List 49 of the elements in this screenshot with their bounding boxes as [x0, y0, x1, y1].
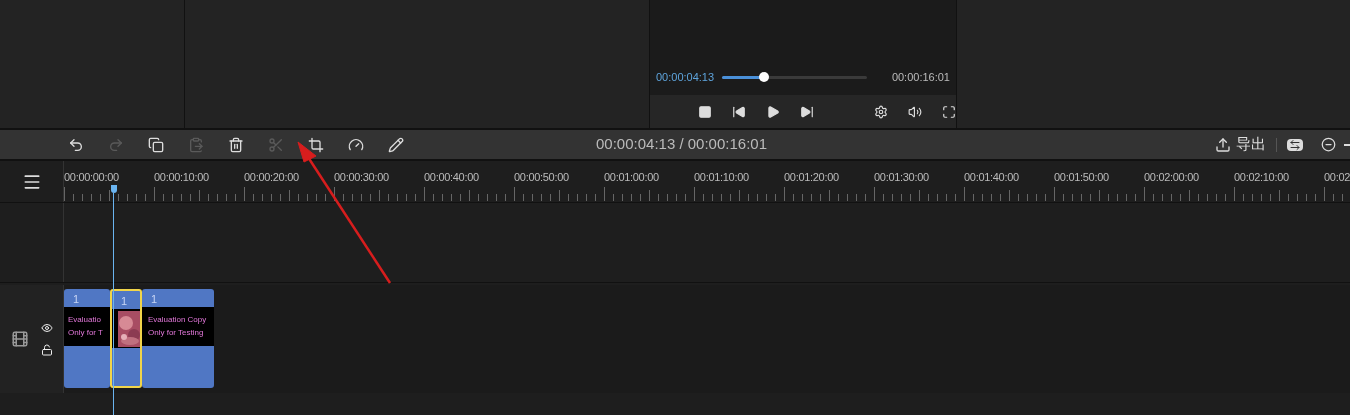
clip-number: 1 — [150, 292, 159, 307]
ruler-label: 00:01:30:00 — [874, 170, 930, 185]
film-icon — [10, 330, 29, 348]
clip-number: 1 — [120, 294, 129, 309]
pencil-icon[interactable] — [388, 136, 404, 153]
ruler-label: 00:00:10:00 — [154, 170, 210, 185]
clip-number: 1 — [72, 292, 81, 307]
unlock-icon[interactable] — [40, 344, 53, 356]
clip-watermark-text: Only for T — [68, 329, 104, 337]
settings-icon[interactable] — [874, 104, 888, 119]
playhead[interactable] — [111, 185, 116, 415]
ruler-label: 00:00:40:00 — [424, 170, 480, 185]
gauge-icon[interactable] — [348, 136, 364, 153]
current-time: 00:00:04:13 — [656, 70, 715, 86]
ruler-label: 00:00:30:00 — [334, 170, 390, 185]
export-button[interactable]: 导出 — [1215, 133, 1266, 156]
progress-thumb[interactable] — [759, 72, 770, 82]
ruler-label: 00:00:50:00 — [514, 170, 570, 185]
ruler-label: 00:01:20:00 — [784, 170, 840, 185]
trash-icon[interactable] — [228, 136, 244, 153]
export-icon — [1215, 136, 1231, 153]
clip-watermark-text: Evaluation Copy — [148, 316, 208, 324]
ruler-label: 00:01:10:00 — [694, 170, 750, 185]
fullscreen-icon[interactable] — [942, 104, 956, 119]
play-icon[interactable] — [766, 104, 780, 119]
visibility-icon[interactable] — [40, 322, 53, 334]
video-clip[interactable]: 1 Evaluation Copy Only for Testing — [142, 289, 214, 388]
ruler-label: 00:02 — [1324, 170, 1350, 185]
ruler-label: 00:00:00:00 — [64, 170, 120, 185]
video-clip[interactable]: 1 Evaluatio Only for T — [64, 289, 110, 388]
clip-watermark-text: Only for Testing — [148, 329, 205, 337]
ruler-label: 00:02:10:00 — [1234, 170, 1290, 185]
total-time: 00:00:16:01 — [891, 70, 950, 86]
ruler-label: 00:00:20:00 — [244, 170, 300, 185]
undo-icon[interactable] — [68, 136, 84, 153]
previous-frame-icon[interactable] — [732, 104, 746, 119]
copy-icon[interactable] — [148, 136, 164, 153]
ruler-label: 00:02:00:00 — [1144, 170, 1200, 185]
timecode: 00:00:04:13 / 00:00:16:01 — [596, 134, 767, 155]
ruler-label: 00:01:00:00 — [604, 170, 660, 185]
volume-icon[interactable] — [908, 104, 922, 119]
ruler-label: 00:01:50:00 — [1054, 170, 1110, 185]
stop-icon[interactable] — [698, 104, 712, 119]
zoom-out-icon[interactable] — [1321, 137, 1336, 152]
ruler-label: 00:01:40:00 — [964, 170, 1020, 185]
clip-watermark-text: Evaluatio — [68, 316, 102, 324]
fit-width-icon[interactable] — [1287, 138, 1303, 151]
crop-icon[interactable] — [308, 136, 324, 153]
next-frame-icon[interactable] — [800, 104, 814, 119]
